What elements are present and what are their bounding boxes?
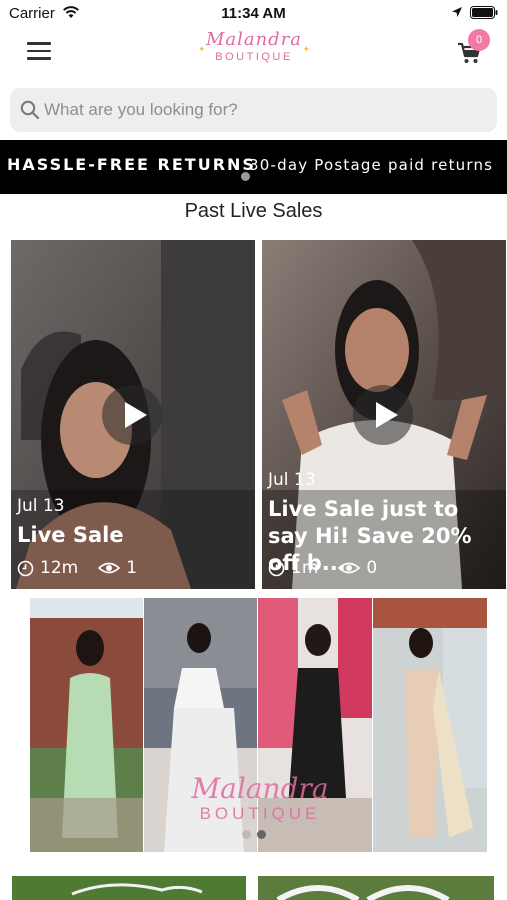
cart-count-badge: 0: [468, 29, 490, 51]
section-title: Past Live Sales: [184, 200, 323, 222]
banner-headline: HASSLE-FREE RETURNS: [7, 155, 256, 174]
search-icon: [20, 100, 40, 120]
live-sale-date: Jul 13: [17, 496, 65, 516]
next-section-thumbnail[interactable]: [12, 876, 246, 900]
clock-time: 11:34 AM: [221, 5, 286, 22]
live-sale-duration: 12m: [40, 558, 79, 578]
battery-icon: [470, 6, 498, 19]
promo-collage-banner[interactable]: Malandra BOUTIQUE: [30, 598, 487, 852]
live-sale-stats: 12m 1: [17, 558, 137, 578]
promo-watermark-logo: Malandra BOUTIQUE: [191, 772, 329, 824]
live-sale-duration: 1m: [291, 558, 319, 578]
next-section-thumbnail[interactable]: [258, 876, 494, 900]
search-input[interactable]: What are you looking for?: [10, 88, 497, 132]
location-arrow-icon: [452, 7, 462, 17]
eye-icon: [338, 562, 361, 574]
app-header: ✦ ✦ Malandra BOUTIQUE 0: [0, 28, 507, 80]
banner-subline: 30-day Postage paid returns: [249, 156, 494, 174]
live-sale-card[interactable]: Jul 13 Live Sale 12m 1: [11, 240, 255, 589]
collage-photo-nude-jumpsuit: [373, 598, 487, 852]
collage-photo-green-dress: [30, 598, 143, 852]
live-sale-date: Jul 13: [268, 470, 316, 490]
promo-banner[interactable]: HASSLE-FREE RETURNS 30-day Postage paid …: [0, 140, 507, 194]
live-sale-views: 0: [366, 558, 378, 578]
search-placeholder: What are you looking for?: [44, 100, 238, 119]
promo-page-indicator: [242, 830, 251, 839]
live-sale-card[interactable]: Jul 13 Live Sale just to say Hi! Save 20…: [262, 240, 506, 589]
promo-page-indicator-active: [257, 830, 266, 839]
clock-icon: [17, 560, 34, 576]
play-icon[interactable]: [353, 385, 413, 445]
status-bar: Carrier 11:34 AM: [0, 0, 507, 28]
eye-icon: [98, 562, 121, 574]
live-sale-views: 1: [126, 558, 138, 578]
play-icon[interactable]: [102, 385, 162, 445]
live-sale-stats: 1m 0: [268, 558, 377, 578]
clock-icon: [268, 560, 285, 576]
hamburger-menu-icon[interactable]: [27, 42, 51, 62]
brand-logo[interactable]: ✦ ✦ Malandra BOUTIQUE: [196, 30, 312, 74]
banner-page-indicator: [241, 172, 250, 181]
live-sale-title: Live Sale: [17, 523, 124, 547]
